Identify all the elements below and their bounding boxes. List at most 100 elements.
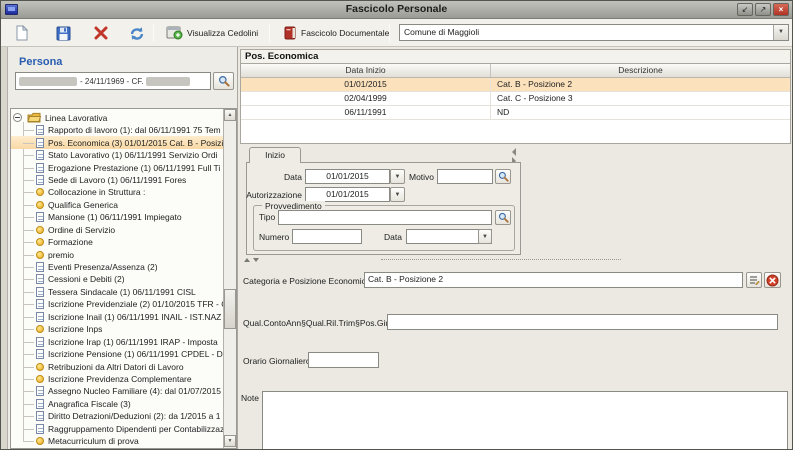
motivo-field[interactable] (437, 169, 493, 184)
table-header-row: Data Inizio Descrizione (241, 64, 790, 78)
tree-item[interactable]: Pos. Economica (3) 01/01/2015 Cat. B - P… (11, 136, 223, 148)
tree-scrollbar[interactable]: ▲ ▼ (223, 109, 236, 448)
document-icon (36, 349, 44, 359)
edit-list-icon (749, 275, 760, 286)
tree-item[interactable]: Eventi Presenza/Assenza (2) (11, 261, 223, 273)
tree-item[interactable]: Retribuzioni da Altri Datori di Lavoro (11, 360, 223, 372)
tree-item[interactable]: Mansione (1) 06/11/1991 Impiegato (11, 211, 223, 223)
data-field[interactable]: 01/01/2015 (305, 169, 390, 184)
refresh-button[interactable] (125, 22, 149, 44)
tree-item[interactable]: Ordine di Servizio (11, 224, 223, 236)
toolbar-separator (269, 24, 270, 42)
document-icon (36, 138, 44, 148)
new-button[interactable] (9, 22, 33, 44)
tree-item[interactable]: Iscrizione Pensione (1) 06/11/1991 CPDEL… (11, 348, 223, 360)
tipo-label: Tipo (259, 212, 275, 222)
tree-collapse-toggle-icon[interactable] (13, 113, 22, 122)
data-label: Data (284, 172, 302, 182)
column-header-data-inizio[interactable]: Data Inizio (241, 64, 491, 77)
tree-item[interactable]: Iscrizione Irap (1) 06/11/1991 IRAP - Im… (11, 335, 223, 347)
maximize-button[interactable]: ↗ (755, 3, 771, 16)
sphere-icon (36, 226, 44, 234)
tipo-search-button[interactable] (495, 210, 511, 225)
tab-scroll-left-icon[interactable] (512, 148, 516, 156)
tree-root-label: Linea Lavorativa (45, 113, 107, 123)
tree-item[interactable]: Formazione (11, 236, 223, 248)
table-row[interactable]: 02/04/1999 Cat. C - Posizione 3 (241, 92, 790, 106)
scroll-up-icon[interactable]: ▲ (224, 109, 236, 121)
column-header-descrizione[interactable]: Descrizione (491, 64, 790, 77)
toolbar-separator (389, 24, 390, 42)
numero-field[interactable] (292, 229, 362, 244)
categoria-clear-button[interactable] (764, 272, 781, 288)
scroll-down-icon[interactable]: ▼ (224, 435, 236, 447)
tipo-field[interactable] (278, 210, 492, 225)
cell-data-inizio: 06/11/1991 (241, 106, 491, 119)
table-row[interactable]: 01/01/2015 Cat. B - Posizione 2 (241, 78, 790, 92)
tree-item[interactable]: Metacurriculum di prova (11, 435, 223, 447)
ente-combobox[interactable]: Comune di Maggioli ▼ (399, 24, 789, 41)
tree-item[interactable]: Iscrizione Previdenziale (2) 01/10/2015 … (11, 298, 223, 310)
document-icon (36, 399, 44, 409)
document-icon (36, 386, 44, 396)
tree-item[interactable]: Diritto Detrazioni/Deduzioni (2): da 1/2… (11, 410, 223, 422)
autorizzazione-dropdown-icon[interactable]: ▼ (390, 187, 405, 202)
scrollbar-thumb[interactable] (224, 289, 236, 329)
qualifica-label: Qual.ContoAnn§Qual.Ril.Trim§Pos.Giur (243, 318, 393, 328)
tree-item[interactable]: Cessioni e Debiti (2) (11, 273, 223, 285)
persona-search-input[interactable]: - 24/11/1969 - CF. (15, 72, 211, 90)
tree-item[interactable]: Qualifica Generica (11, 199, 223, 211)
left-splitter[interactable] (1, 47, 8, 449)
tree-item[interactable]: Iscrizione Inail (1) 06/11/1991 INAIL - … (11, 311, 223, 323)
provvedimento-data-dropdown-icon[interactable]: ▼ (478, 229, 492, 244)
autorizzazione-field[interactable]: 01/01/2015 (305, 187, 390, 202)
document-icon (36, 312, 44, 322)
horizontal-splitter-arrows[interactable] (244, 256, 259, 265)
splitter-up-icon[interactable] (244, 255, 250, 262)
tree-item[interactable]: Iscrizione Previdenza Complementare (11, 373, 223, 385)
sphere-icon (36, 375, 44, 383)
categoria-field[interactable]: Cat. B - Posizione 2 (364, 272, 743, 288)
chevron-down-icon[interactable]: ▼ (773, 25, 788, 40)
tree-root-linea-lavorativa[interactable]: Linea Lavorativa (11, 111, 223, 124)
persona-panel: Persona - 24/11/1969 - CF. (8, 47, 238, 449)
visualizza-cedolini-button[interactable]: Visualizza Cedolini (163, 22, 261, 44)
note-textarea[interactable] (262, 391, 788, 450)
pos-economica-panel-title: Pos. Economica (240, 49, 791, 63)
tree-item[interactable]: Anagrafica Fiscale (3) (11, 398, 223, 410)
tree-item[interactable]: Tessera Sindacale (1) 06/11/1991 CISL (11, 286, 223, 298)
documentale-book-icon (284, 26, 297, 40)
tree-item[interactable]: premio (11, 248, 223, 260)
redacted-cf (146, 77, 190, 86)
tree-item[interactable]: Stato Lavorativo (1) 06/11/1991 Servizio… (11, 149, 223, 161)
table-row[interactable]: 06/11/1991 ND (241, 106, 790, 120)
sphere-icon (36, 437, 44, 445)
horizontal-splitter[interactable] (381, 259, 621, 260)
save-button[interactable] (51, 22, 75, 44)
data-dropdown-icon[interactable]: ▼ (390, 169, 405, 184)
folder-open-icon (27, 112, 41, 123)
restore-button[interactable]: ↙ (737, 3, 753, 16)
persona-search-button[interactable] (213, 72, 234, 90)
splitter-down-icon[interactable] (253, 258, 259, 265)
tree-item[interactable]: Collocazione in Struttura : (11, 186, 223, 198)
fascicolo-documentale-button[interactable]: Fascicolo Documentale (281, 22, 392, 44)
tree-item[interactable]: Iscrizione Inps (11, 323, 223, 335)
titlebar[interactable]: Fascicolo Personale ↙ ↗ × (1, 1, 792, 19)
tree-item[interactable]: Erogazione Prestazione (1) 06/11/1991 Fu… (11, 161, 223, 173)
close-button[interactable]: × (773, 3, 789, 16)
tree-item[interactable]: Sede di Lavoro (1) 06/11/1991 Fores (11, 174, 223, 186)
document-icon (36, 212, 44, 222)
delete-button[interactable] (89, 22, 113, 44)
note-label: Note (241, 393, 259, 403)
tab-scroll-arrows[interactable] (511, 147, 519, 163)
qualifica-field[interactable] (387, 314, 778, 330)
persona-search-text: - 24/11/1969 - CF. (80, 77, 143, 86)
categoria-edit-list-button[interactable] (746, 272, 762, 288)
tree-item[interactable]: Raggruppamento Dipendenti per Contabiliz… (11, 423, 223, 435)
tree-item[interactable]: Assegno Nucleo Familiare (4): dal 01/07/… (11, 385, 223, 397)
orario-giornaliero-field[interactable] (308, 352, 379, 368)
tab-inizio[interactable]: Inizio (249, 147, 301, 163)
tree-item[interactable]: Rapporto di lavoro (1): dal 06/11/1991 7… (11, 124, 223, 136)
motivo-search-button[interactable] (495, 169, 511, 184)
